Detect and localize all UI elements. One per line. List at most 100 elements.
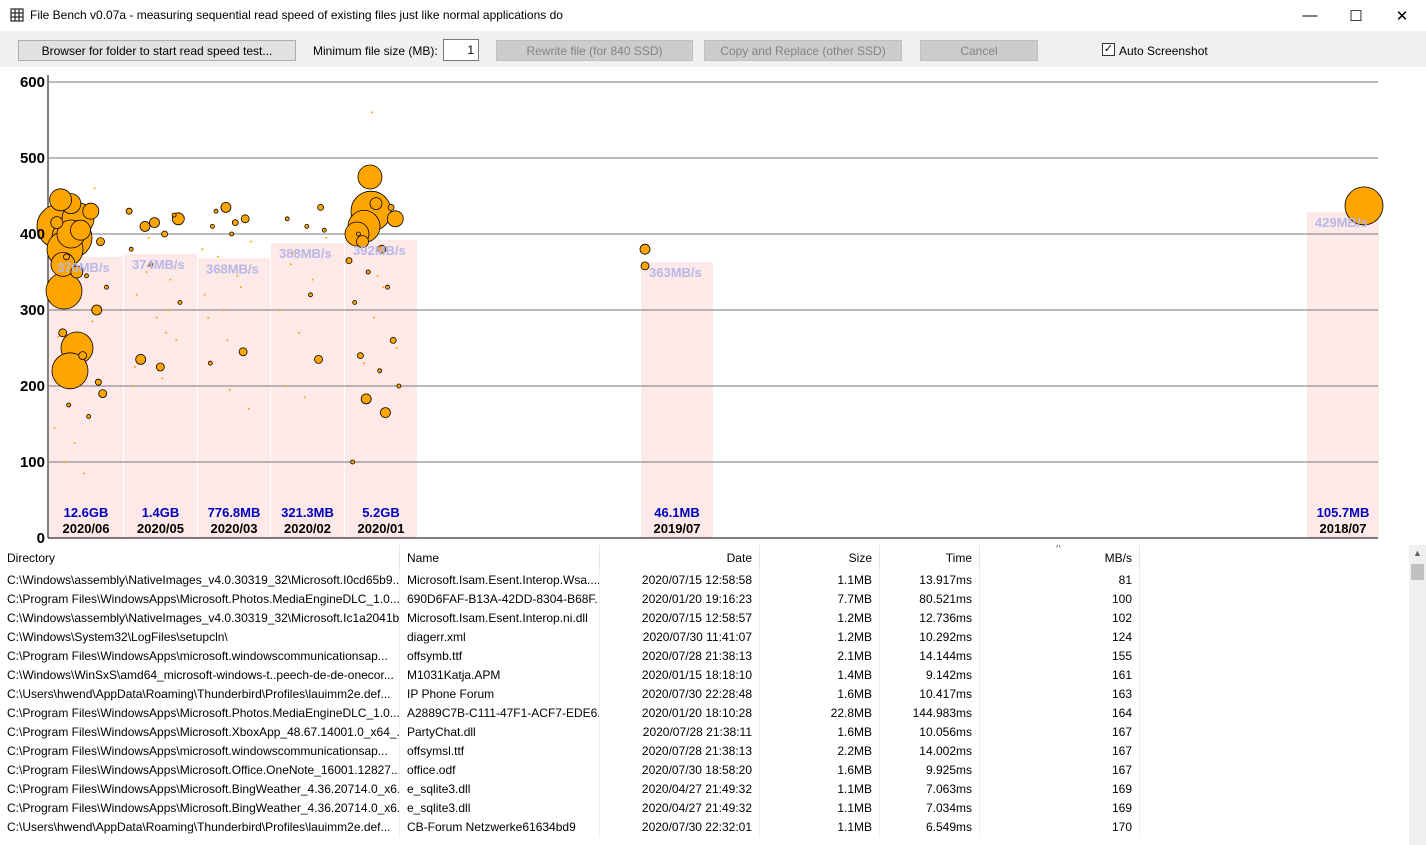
data-point bbox=[321, 227, 327, 233]
month-label: 2020/06 bbox=[63, 521, 110, 536]
table-row[interactable]: C:\Program Files\WindowsApps\Microsoft.P… bbox=[0, 590, 1408, 609]
data-point bbox=[640, 261, 650, 271]
cell-date: 2020/07/30 22:32:01 bbox=[600, 818, 760, 837]
cell-directory: C:\Program Files\WindowsApps\Microsoft.P… bbox=[0, 704, 400, 723]
data-point bbox=[71, 301, 74, 304]
y-tick-label: 100 bbox=[20, 454, 45, 471]
avg-speed-label: 363MB/s bbox=[649, 265, 702, 280]
cell-mbs: 124 bbox=[980, 628, 1140, 647]
min-file-size-input[interactable] bbox=[443, 39, 479, 61]
table-row[interactable]: C:\Program Files\WindowsApps\Microsoft.P… bbox=[0, 704, 1408, 723]
y-tick-label: 0 bbox=[37, 530, 45, 545]
data-point bbox=[217, 255, 220, 258]
y-tick-label: 400 bbox=[20, 226, 45, 243]
maximize-button[interactable]: ☐ bbox=[1333, 0, 1379, 31]
cell-size: 1.6MB bbox=[760, 685, 880, 704]
data-point bbox=[77, 358, 80, 361]
table-row[interactable]: C:\Program Files\WindowsApps\Microsoft.B… bbox=[0, 799, 1408, 818]
column-header-date[interactable]: Date bbox=[600, 545, 760, 572]
data-point bbox=[213, 208, 219, 214]
table-row[interactable]: C:\Windows\assembly\NativeImages_v4.0.30… bbox=[0, 609, 1408, 628]
rewrite-file-button[interactable]: Rewrite file (for 840 SSD) bbox=[496, 40, 693, 61]
table-row[interactable]: C:\Windows\System32\LogFiles\setupcln\ di… bbox=[0, 628, 1408, 647]
cell-date: 2020/07/28 21:38:13 bbox=[600, 742, 760, 761]
auto-screenshot-checkbox[interactable]: ✓ bbox=[1102, 43, 1115, 56]
data-point bbox=[389, 336, 397, 344]
cell-directory: C:\Users\hwend\AppData\Roaming\Thunderbi… bbox=[0, 685, 400, 704]
close-icon: ✕ bbox=[1395, 7, 1409, 25]
cell-name: offsymb.ttf bbox=[400, 647, 600, 666]
cell-name: e_sqlite3.dll bbox=[400, 780, 600, 799]
table-row[interactable]: C:\Program Files\WindowsApps\Microsoft.X… bbox=[0, 723, 1408, 742]
data-point bbox=[355, 231, 361, 237]
cell-time: 12.736ms bbox=[880, 609, 980, 628]
data-point bbox=[240, 286, 242, 289]
vertical-scrollbar[interactable]: ▲ bbox=[1409, 545, 1426, 845]
data-point bbox=[247, 407, 250, 410]
data-point bbox=[131, 385, 134, 387]
column-header-directory[interactable]: Directory bbox=[0, 545, 400, 572]
minimize-button[interactable]: — bbox=[1287, 0, 1333, 31]
cancel-button[interactable]: Cancel bbox=[920, 40, 1038, 61]
data-point bbox=[284, 385, 287, 387]
table-row[interactable]: C:\Program Files\WindowsApps\Microsoft.O… bbox=[0, 761, 1408, 780]
cell-directory: C:\Windows\System32\LogFiles\setupcln\ bbox=[0, 628, 400, 647]
data-point bbox=[78, 351, 88, 361]
cell-directory: C:\Windows\assembly\NativeImages_v4.0.30… bbox=[0, 571, 400, 590]
total-size-label: 321.3MB bbox=[281, 505, 334, 520]
month-band-2020-05 bbox=[124, 253, 197, 538]
cell-time: 13.917ms bbox=[880, 571, 980, 590]
cell-mbs: 155 bbox=[980, 647, 1140, 666]
data-point bbox=[98, 389, 108, 399]
cell-name: office.odf bbox=[400, 761, 600, 780]
column-header-time[interactable]: Time bbox=[880, 545, 980, 572]
table-row[interactable]: C:\Program Files\WindowsApps\microsoft.w… bbox=[0, 647, 1408, 666]
cell-size: 7.7MB bbox=[760, 590, 880, 609]
data-point bbox=[149, 217, 160, 229]
data-point bbox=[155, 362, 165, 372]
cell-date: 2020/01/20 18:10:28 bbox=[600, 704, 760, 723]
table-row[interactable]: C:\Program Files\WindowsApps\Microsoft.B… bbox=[0, 780, 1408, 799]
table-row[interactable]: C:\Program Files\WindowsApps\microsoft.w… bbox=[0, 742, 1408, 761]
column-header-name[interactable]: Name bbox=[400, 545, 600, 572]
total-size-label: 46.1MB bbox=[654, 505, 700, 520]
avg-speed-label: 429MB/s bbox=[1315, 215, 1368, 230]
data-point bbox=[135, 353, 147, 365]
data-point bbox=[284, 216, 290, 222]
data-point bbox=[238, 347, 248, 357]
table-row[interactable]: C:\Users\hwend\AppData\Roaming\Thunderbi… bbox=[0, 685, 1408, 704]
y-tick-label: 200 bbox=[20, 378, 45, 395]
data-point bbox=[53, 426, 56, 429]
cell-date: 2020/07/28 21:38:11 bbox=[600, 723, 760, 742]
data-point bbox=[229, 231, 235, 237]
data-point bbox=[203, 293, 206, 296]
maximize-icon: ☐ bbox=[1349, 7, 1363, 25]
table-row[interactable]: C:\Windows\assembly\NativeImages_v4.0.30… bbox=[0, 571, 1408, 590]
copy-replace-button[interactable]: Copy and Replace (other SSD) bbox=[704, 40, 902, 61]
scrollbar-thumb[interactable] bbox=[1411, 564, 1424, 580]
total-size-label: 105.7MB bbox=[1317, 505, 1370, 520]
month-band-2020-01 bbox=[345, 240, 417, 538]
cell-date: 2020/07/15 12:58:57 bbox=[600, 609, 760, 628]
data-point bbox=[308, 292, 313, 298]
cell-size: 1.1MB bbox=[760, 780, 880, 799]
column-header-size[interactable]: Size bbox=[760, 545, 880, 572]
data-point bbox=[93, 187, 96, 190]
table-row[interactable]: C:\Users\hwend\AppData\Roaming\Thunderbi… bbox=[0, 818, 1408, 837]
table-row[interactable]: C:\Windows\WinSxS\amd64_microsoft-window… bbox=[0, 666, 1408, 685]
cell-directory: C:\Program Files\WindowsApps\Microsoft.X… bbox=[0, 723, 400, 742]
data-point bbox=[222, 309, 225, 311]
data-point bbox=[91, 320, 94, 323]
cell-size: 1.2MB bbox=[760, 628, 880, 647]
cell-directory: C:\Program Files\WindowsApps\Microsoft.P… bbox=[0, 590, 400, 609]
data-point bbox=[57, 335, 60, 338]
close-button[interactable]: ✕ bbox=[1379, 0, 1425, 31]
browse-folder-button[interactable]: Browser for folder to start read speed t… bbox=[18, 40, 296, 61]
cell-mbs: 100 bbox=[980, 590, 1140, 609]
data-point bbox=[207, 360, 213, 366]
cell-time: 14.002ms bbox=[880, 742, 980, 761]
auto-screenshot-label: Auto Screenshot bbox=[1119, 44, 1208, 58]
data-point bbox=[370, 111, 373, 114]
scroll-up-icon[interactable]: ▲ bbox=[1409, 545, 1426, 562]
data-point bbox=[82, 202, 100, 220]
